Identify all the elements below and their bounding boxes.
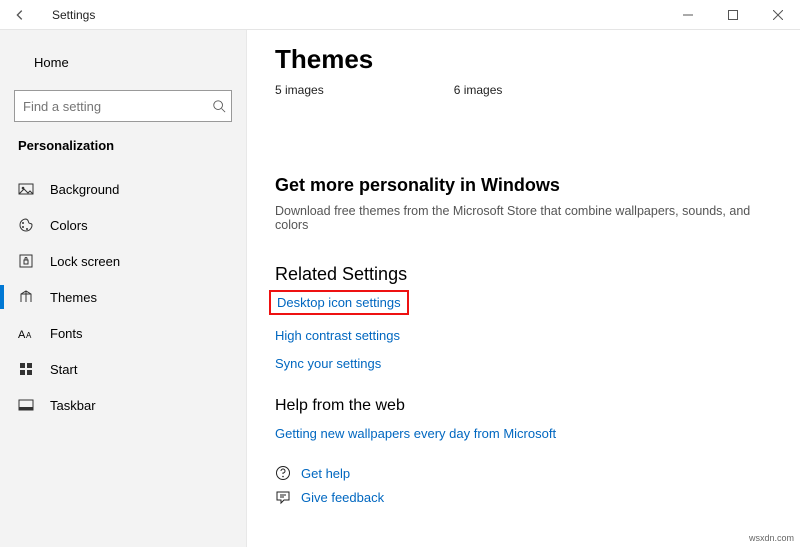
sidebar-home[interactable]: Home [0, 44, 246, 80]
help-icon [275, 465, 291, 481]
sidebar-item-lockscreen[interactable]: Lock screen [0, 243, 246, 279]
taskbar-icon [18, 397, 34, 413]
page-title: Themes [275, 44, 772, 75]
fonts-icon: AA [18, 325, 34, 341]
desktop-icon-settings-link[interactable]: Desktop icon settings [269, 290, 409, 315]
sidebar-home-label: Home [34, 55, 69, 70]
sidebar-item-label: Themes [50, 290, 97, 305]
sidebar-item-start[interactable]: Start [0, 351, 246, 387]
related-settings-heading: Related Settings [275, 264, 772, 285]
get-help-label: Get help [301, 466, 350, 481]
back-button[interactable] [8, 3, 32, 27]
content-area: Themes 5 images 6 images Get more person… [247, 30, 800, 547]
sidebar-item-taskbar[interactable]: Taskbar [0, 387, 246, 423]
minimize-button[interactable] [665, 0, 710, 30]
feedback-icon [275, 489, 291, 505]
search-input[interactable] [15, 99, 207, 114]
theme-images-count-a: 5 images [275, 83, 324, 97]
sidebar-item-label: Background [50, 182, 119, 197]
sync-settings-link[interactable]: Sync your settings [275, 356, 381, 371]
close-button[interactable] [755, 0, 800, 30]
window-title: Settings [32, 8, 95, 22]
sidebar-item-label: Start [50, 362, 77, 377]
give-feedback-row[interactable]: Give feedback [275, 489, 772, 505]
sidebar-item-colors[interactable]: Colors [0, 207, 246, 243]
sidebar-item-background[interactable]: Background [0, 171, 246, 207]
sidebar-item-label: Taskbar [50, 398, 96, 413]
maximize-button[interactable] [710, 0, 755, 30]
search-icon [207, 99, 231, 113]
titlebar: Settings [0, 0, 800, 30]
get-help-row[interactable]: Get help [275, 465, 772, 481]
search-box[interactable] [14, 90, 232, 122]
lock-icon [18, 253, 34, 269]
more-personality-sub: Download free themes from the Microsoft … [275, 204, 772, 232]
palette-icon [18, 217, 34, 233]
sidebar-item-label: Fonts [50, 326, 83, 341]
wallpapers-link[interactable]: Getting new wallpapers every day from Mi… [275, 426, 556, 441]
picture-icon [18, 181, 34, 197]
sidebar-category: Personalization [0, 136, 246, 171]
help-from-web-heading: Help from the web [275, 397, 772, 415]
footer-watermark: wsxdn.com [749, 533, 794, 543]
theme-images-count-b: 6 images [454, 83, 503, 97]
sidebar-item-fonts[interactable]: AA Fonts [0, 315, 246, 351]
sidebar-item-label: Lock screen [50, 254, 120, 269]
sidebar-item-label: Colors [50, 218, 88, 233]
themes-icon [18, 289, 34, 305]
high-contrast-settings-link[interactable]: High contrast settings [275, 328, 400, 343]
svg-text:A: A [26, 331, 32, 340]
sidebar: Home Personalization Background Colors L… [0, 30, 247, 547]
give-feedback-label: Give feedback [301, 490, 384, 505]
more-personality-heading: Get more personality in Windows [275, 175, 772, 196]
sidebar-item-themes[interactable]: Themes [0, 279, 246, 315]
svg-text:A: A [18, 329, 26, 341]
start-icon [18, 361, 34, 377]
